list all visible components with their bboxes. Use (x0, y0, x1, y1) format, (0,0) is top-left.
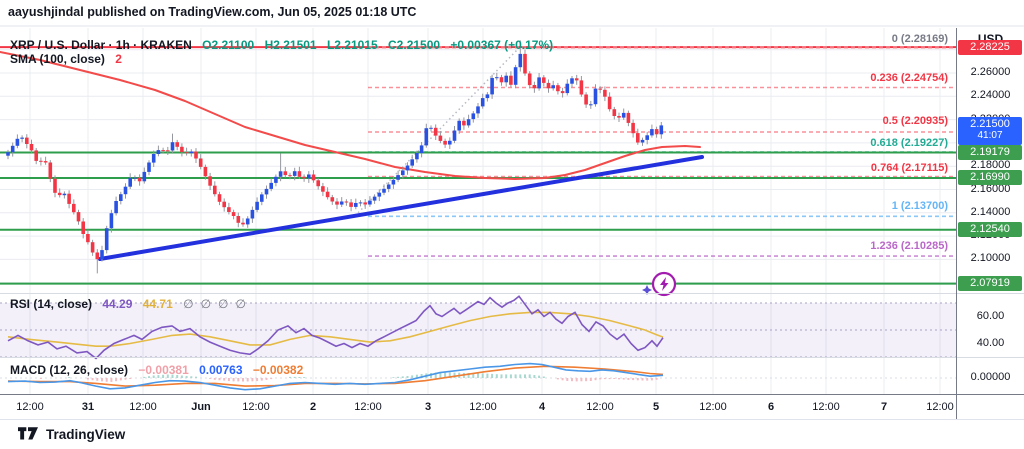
time-tick-label: 2 (310, 401, 316, 413)
rsi-tick-label: 60.00 (957, 310, 1024, 322)
price-tick-label: 2.26000 (957, 66, 1024, 78)
price-badge: 2.12540 (958, 222, 1022, 237)
price-tick-label: 2.18000 (957, 159, 1024, 171)
rsi-value: 44.29 (102, 297, 132, 311)
tradingview-logo[interactable]: TradingView (18, 427, 125, 442)
sma-label: SMA (100, close) (10, 52, 105, 66)
fib-level-label: 0.236 (2.24754) (870, 72, 948, 84)
time-tick-label: 12:00 (129, 401, 157, 413)
ohlc-high: H2.21501 (265, 38, 317, 52)
chart-canvas[interactable] (0, 0, 1024, 449)
time-tick-label: 12:00 (354, 401, 382, 413)
time-tick-label: 12:00 (812, 401, 840, 413)
fib-level-label: 0.618 (2.19227) (870, 137, 948, 149)
price-tick-label: 2.10000 (957, 252, 1024, 264)
time-tick-label: 12:00 (242, 401, 270, 413)
fib-level-label: 1.236 (2.10285) (870, 240, 948, 252)
price-badge: 2.28225 (958, 40, 1022, 55)
time-tick-label: Jun (191, 401, 211, 413)
time-tick-label: 12:00 (926, 401, 954, 413)
time-tick-label: 12:00 (699, 401, 727, 413)
hidden-plot-icon: ∅ (218, 297, 228, 311)
time-tick-label: 4 (539, 401, 545, 413)
macd-legend: MACD (12, 26, close) −0.00381 0.00763 −0… (10, 363, 303, 377)
macd-label: MACD (12, 26, close) (10, 363, 128, 377)
symbol-title: XRP / U.S. Dollar · 1h · KRAKEN (10, 38, 192, 52)
ohlc-close: C2.21500 (388, 38, 440, 52)
hidden-plot-icon: ∅ (235, 297, 245, 311)
time-tick-label: 3 (425, 401, 431, 413)
time-tick-label: 12:00 (586, 401, 614, 413)
fib-level-label: 0.764 (2.17115) (871, 162, 948, 174)
time-tick-label: 5 (653, 401, 659, 413)
rsi-label: RSI (14, close) (10, 297, 92, 311)
time-tick-label: 31 (82, 401, 94, 413)
sma-legend: SMA (100, close) 2 (10, 52, 122, 66)
price-axis[interactable]: USD 2.260002.240002.220002.200002.180002… (957, 28, 1024, 419)
attribution-text: aayushjindal published on TradingView.co… (8, 5, 416, 19)
macd-hist-value: −0.00381 (138, 363, 188, 377)
macd-tick-label: 0.00000 (957, 371, 1024, 383)
macd-signal-value: −0.00382 (253, 363, 303, 377)
tradingview-logo-text: TradingView (46, 427, 125, 442)
hidden-plot-icon: ∅ (201, 297, 211, 311)
time-tick-label: 12:00 (469, 401, 497, 413)
time-axis[interactable]: 12:00 31 12:00 Jun 12:00 2 12:00 3 12:00 4 12:00 5 1… (0, 395, 956, 419)
fib-level-label: 0.5 (2.20935) (883, 115, 948, 127)
price-badge: 2.16990 (958, 170, 1022, 185)
price-tick-label: 2.14000 (957, 206, 1024, 218)
ohlc-low: L2.21015 (327, 38, 378, 52)
time-tick-label: 7 (881, 401, 887, 413)
price-badge: 2.07919 (958, 276, 1022, 291)
rsi-ma-value: 44.71 (143, 297, 173, 311)
fib-level-label: 0 (2.28169) (892, 33, 948, 45)
rsi-tick-label: 40.00 (957, 337, 1024, 349)
sma-value: 2 (115, 52, 122, 66)
countdown-label: 41:07 (958, 130, 1022, 142)
fib-level-label: 1 (2.13700) (892, 200, 948, 212)
time-tick-label: 12:00 (16, 401, 44, 413)
tradingview-logo-icon (18, 427, 38, 442)
ohlc-change: +0.00367 (+0.17%) (450, 38, 553, 52)
symbol-legend: XRP / U.S. Dollar · 1h · KRAKEN O2.21100… (10, 38, 553, 52)
rsi-legend: RSI (14, close) 44.29 44.71 ∅ ∅ ∅ ∅ (10, 297, 246, 311)
hidden-plot-icon: ∅ (183, 297, 193, 311)
price-badge: 2.2150041:07 (958, 117, 1022, 145)
ohlc-open: O2.21100 (202, 38, 254, 52)
tradingview-snapshot: aayushjindal published on TradingView.co… (0, 0, 1024, 449)
price-badge: 2.19179 (958, 145, 1022, 160)
time-tick-label: 6 (768, 401, 774, 413)
macd-line-value: 0.00763 (199, 363, 242, 377)
price-tick-label: 2.24000 (957, 89, 1024, 101)
branding-bar: TradingView (0, 420, 1024, 449)
rsi-hidden-plots: ∅ ∅ ∅ ∅ (176, 297, 246, 311)
